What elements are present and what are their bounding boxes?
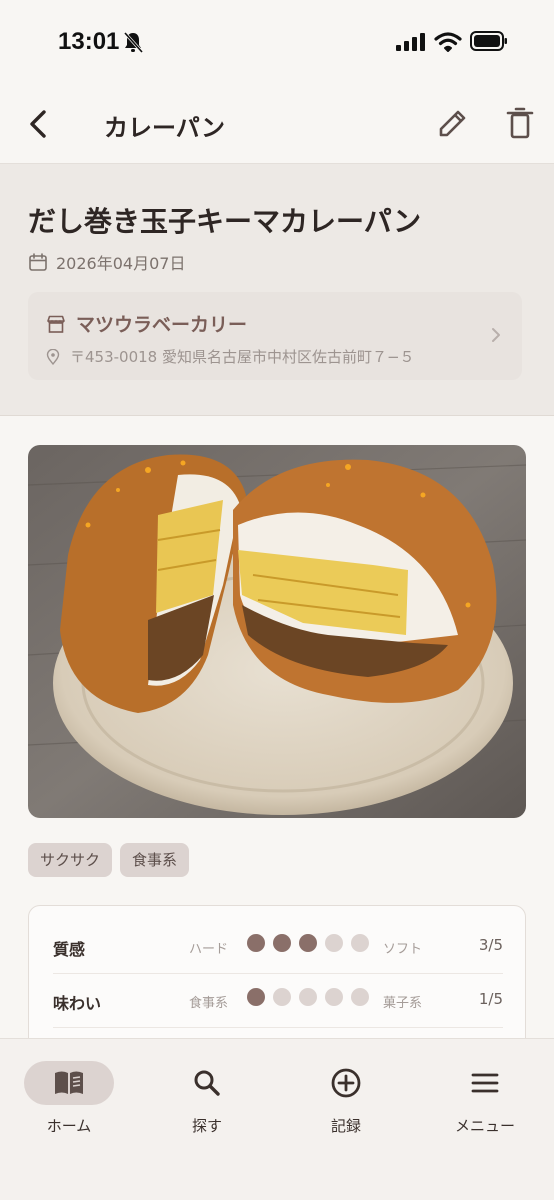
nav-item-record[interactable]: 記録 xyxy=(291,1061,401,1161)
item-photo[interactable] xyxy=(28,445,526,818)
rating-score: 1/5 xyxy=(478,990,503,1008)
shop-address: 〒453-0018 愛知県名古屋市中村区佐古前町７−５ xyxy=(70,348,415,366)
nav-label: メニュー xyxy=(454,1117,515,1135)
signal-icon xyxy=(396,33,425,51)
page-title: カレーパン xyxy=(104,113,225,142)
rating-dot-filled xyxy=(247,934,265,952)
shop-address-row: 〒453-0018 愛知県名古屋市中村区佐古前町７−５ xyxy=(46,346,415,367)
battery-icon xyxy=(470,31,507,51)
wifi-icon xyxy=(434,32,462,52)
rating-dots xyxy=(247,934,369,952)
date-row: 2026年04月07日 xyxy=(28,250,185,274)
tag-chip[interactable]: 食事系 xyxy=(120,843,190,877)
nav-label: ホーム xyxy=(46,1117,92,1135)
add-circle-icon xyxy=(331,1068,361,1098)
nav-label: 記録 xyxy=(330,1117,361,1135)
rating-label: 味わい xyxy=(53,994,102,1013)
item-name: だし巻き玉子キーマカレーパン xyxy=(28,205,422,238)
nav-item-menu[interactable]: メニュー xyxy=(430,1061,540,1161)
nav-pill xyxy=(162,1061,252,1105)
item-date: 2026年04月07日 xyxy=(56,254,186,273)
rating-score: 3/5 xyxy=(478,936,503,954)
rating-dots xyxy=(247,988,369,1006)
item-header: だし巻き玉子キーマカレーパン 2026年04月07日 マツウラベーカリー 〒45… xyxy=(0,164,554,416)
rating-dot-empty xyxy=(351,934,369,952)
bell-muted-icon xyxy=(123,31,144,53)
nav-label: 探す xyxy=(191,1117,222,1135)
rating-label: 質感 xyxy=(53,940,86,959)
edit-pencil-icon[interactable] xyxy=(436,106,470,140)
rating-low-label: ハード xyxy=(189,942,229,957)
rating-dot-filled xyxy=(247,988,265,1006)
status-time: 13:01 xyxy=(58,28,120,55)
trash-icon[interactable] xyxy=(504,106,536,140)
rating-dot-filled xyxy=(299,934,317,952)
search-icon xyxy=(194,1070,220,1096)
chevron-right-icon xyxy=(492,328,500,342)
top-app-bar: カレーパン xyxy=(0,84,554,164)
rating-dot-empty xyxy=(351,988,369,1006)
rating-high-label: 菓子系 xyxy=(383,996,423,1011)
nav-pill xyxy=(440,1061,530,1105)
rating-dot-empty xyxy=(325,934,343,952)
nav-item-home[interactable]: ホーム xyxy=(14,1061,124,1161)
store-icon xyxy=(47,315,65,333)
rating-dot-empty xyxy=(325,988,343,1006)
book-icon xyxy=(55,1071,83,1094)
menu-icon xyxy=(471,1073,499,1093)
location-pin-icon xyxy=(46,348,60,365)
rating-row-texture: 質感 ハード ソフト 3/5 xyxy=(53,920,503,974)
shop-card[interactable]: マツウラベーカリー 〒453-0018 愛知県名古屋市中村区佐古前町７−５ xyxy=(28,292,522,380)
nav-pill xyxy=(301,1061,391,1105)
tag-list: サクサク 食事系 xyxy=(28,843,190,877)
rating-row-flavor: 味わい 食事系 菓子系 1/5 xyxy=(53,974,503,1028)
bottom-navigation: ホーム 探す 記録 メニュー xyxy=(0,1038,554,1200)
tag-chip[interactable]: サクサク xyxy=(28,843,113,877)
rating-dot-empty xyxy=(273,988,291,1006)
rating-dot-empty xyxy=(299,988,317,1006)
rating-high-label: ソフト xyxy=(383,942,423,957)
nav-item-search[interactable]: 探す xyxy=(152,1061,262,1161)
shop-name-row: マツウラベーカリー xyxy=(46,310,247,337)
status-bar: 13:01 xyxy=(0,0,554,84)
rating-low-label: 食事系 xyxy=(189,996,229,1011)
shop-name: マツウラベーカリー xyxy=(76,314,248,336)
calendar-icon xyxy=(29,253,47,271)
rating-dot-filled xyxy=(273,934,291,952)
back-arrow-icon[interactable] xyxy=(24,106,56,142)
nav-pill xyxy=(24,1061,114,1105)
